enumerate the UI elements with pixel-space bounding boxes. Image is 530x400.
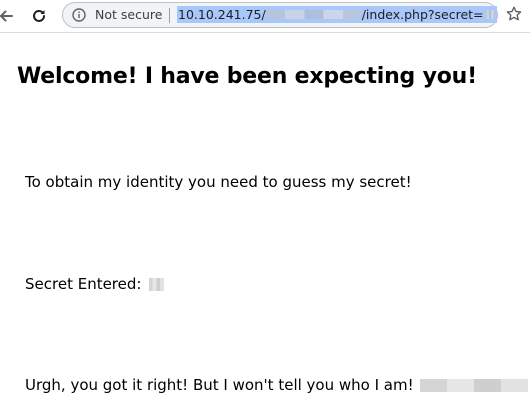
url-redacted-param xyxy=(483,10,496,19)
address-bar[interactable]: Not secure 10.10.241.75/ /index.php?secr… xyxy=(62,2,498,28)
instruction-text: To obtain my identity you need to guess … xyxy=(25,173,412,191)
reload-button[interactable] xyxy=(27,4,51,28)
secret-redacted-value xyxy=(149,278,165,291)
omnibox-separator xyxy=(169,8,170,23)
url-path: /index.php?secret= xyxy=(361,7,484,22)
page-title: Welcome! I have been expecting you! xyxy=(17,64,477,89)
result-line: Urgh, you got it right! But I won't tell… xyxy=(25,376,529,394)
secret-entered-line: Secret Entered: xyxy=(25,275,165,293)
star-icon[interactable] xyxy=(505,5,523,23)
back-button[interactable] xyxy=(0,4,18,28)
security-label[interactable]: Not secure xyxy=(95,7,162,22)
reload-icon xyxy=(33,9,45,22)
browser-toolbar: Not secure 10.10.241.75/ /index.php?secr… xyxy=(0,0,530,33)
back-arrow-icon xyxy=(0,10,13,22)
result-text: Urgh, you got it right! But I won't tell… xyxy=(25,376,414,394)
url-host: 10.10.241.75/ xyxy=(178,7,266,22)
secret-label: Secret Entered: xyxy=(25,275,142,293)
url-text[interactable]: 10.10.241.75/ /index.php?secret= xyxy=(177,6,497,23)
identity-redacted-value xyxy=(420,379,529,392)
url-redacted-segment xyxy=(265,10,362,19)
info-icon[interactable] xyxy=(72,8,86,22)
